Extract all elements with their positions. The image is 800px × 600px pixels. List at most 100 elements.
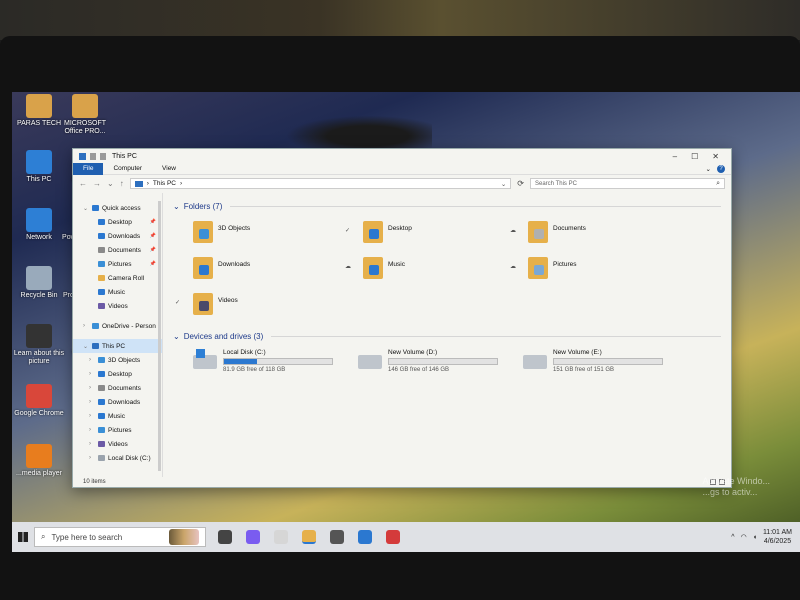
nav-item-desktop[interactable]: Desktop 📌 (73, 215, 162, 229)
navigation-pane: ⌄ Quick access Desktop 📌 Downloads 📌 Documents… (73, 193, 163, 477)
ribbon: File Computer View ⌄ ? (73, 162, 731, 175)
address-dropdown-button[interactable]: ⌄ (501, 180, 506, 188)
desktop-icon[interactable]: Google Chrome (12, 384, 66, 418)
expand-chevron-icon[interactable]: › (83, 323, 89, 329)
maximize-button[interactable]: ☐ (691, 152, 698, 161)
refresh-button[interactable]: ⟳ (517, 179, 524, 188)
drive-tile[interactable]: New Volume (D:) 146 GB free of 146 GB (358, 349, 523, 373)
folder-icon (98, 261, 105, 267)
nav-item-this-pc[interactable]: ⌄ This PC (73, 339, 162, 353)
folder-badge-icon (369, 265, 379, 275)
expand-chevron-icon[interactable]: › (89, 441, 95, 447)
expand-chevron-icon[interactable]: › (89, 371, 95, 377)
folder-icon (98, 413, 105, 419)
expand-chevron-icon[interactable]: › (89, 427, 95, 433)
nav-scrollbar[interactable] (158, 201, 161, 471)
desktop-icon[interactable]: MICROSOFT Office PRO... (58, 94, 112, 136)
nav-item-downloads[interactable]: › Downloads (73, 395, 162, 409)
network-icon[interactable]: ◠ (741, 533, 747, 541)
tab-view[interactable]: View (152, 163, 186, 175)
expand-chevron-icon[interactable]: ⌄ (83, 205, 89, 212)
nav-item-music[interactable]: › Music (73, 409, 162, 423)
nav-item-local-disk-c-[interactable]: › Local Disk (C:) (73, 451, 162, 465)
nav-item-documents[interactable]: Documents 📌 (73, 243, 162, 257)
expand-chevron-icon[interactable]: › (89, 357, 95, 363)
notepad-icon[interactable] (274, 530, 288, 544)
nav-item-3d-objects[interactable]: › 3D Objects (73, 353, 162, 367)
minimize-button[interactable]: – (673, 152, 677, 161)
nav-item-music[interactable]: Music (73, 285, 162, 299)
file-explorer-window: This PC – ☐ ✕ File Computer View ⌄ ? ← →… (72, 148, 732, 488)
search-highlight-illustration[interactable] (169, 529, 199, 545)
new-folder-icon[interactable] (100, 152, 106, 160)
nav-item-pictures[interactable]: Pictures 📌 (73, 257, 162, 271)
start-button[interactable] (12, 522, 34, 552)
nav-item-onedrive-person[interactable]: › OneDrive - Person (73, 319, 162, 333)
outlook-icon[interactable] (358, 530, 372, 544)
quick-access-toolbar[interactable] (79, 152, 106, 160)
store-icon[interactable] (330, 530, 344, 544)
tab-file[interactable]: File (73, 162, 104, 175)
nav-item-downloads[interactable]: Downloads 📌 (73, 229, 162, 243)
folder-badge-icon (199, 301, 209, 311)
sync-status-icon: ✓ (345, 228, 351, 234)
expand-chevron-icon[interactable]: › (89, 399, 95, 405)
desktop-icon[interactable]: ...media player (12, 444, 66, 478)
task-view-icon[interactable] (218, 530, 232, 544)
folder-tile[interactable]: ✓ Videos (175, 293, 363, 321)
copilot-icon[interactable] (246, 530, 260, 544)
search-icon[interactable]: ⌕ (716, 180, 720, 188)
drive-tile[interactable]: Local Disk (C:) 81.9 GB free of 118 GB (193, 349, 358, 373)
file-explorer-icon[interactable] (302, 530, 316, 544)
expand-chevron-icon[interactable]: ⌄ (83, 343, 89, 350)
folder-name: Videos (218, 297, 238, 304)
folder-icon (528, 257, 548, 279)
system-tray: ^ ◠ ◖ 11:01 AM 4/6/2025 (731, 528, 800, 546)
expand-chevron-icon[interactable]: › (89, 385, 95, 391)
folder-tile[interactable]: Downloads (193, 257, 363, 285)
folder-tile[interactable]: ✓ Desktop (345, 221, 528, 249)
breadcrumb-this-pc[interactable]: This PC (153, 180, 176, 187)
desktop-icon-label: ...media player (16, 470, 62, 477)
folders-grid: 3D Objects ✓ Desktop ☁ Documents Downloads ☁ Mu… (173, 213, 721, 329)
nav-item-pictures[interactable]: › Pictures (73, 423, 162, 437)
media-icon[interactable] (386, 530, 400, 544)
folder-tile[interactable]: ☁ Documents (510, 221, 693, 249)
search-input[interactable]: Search This PC ⌕ (530, 178, 725, 189)
show-hidden-icons-button[interactable]: ^ (731, 534, 734, 541)
nav-item-videos[interactable]: Videos (73, 299, 162, 313)
recent-locations-button[interactable]: ⌄ (107, 179, 114, 188)
expand-chevron-icon[interactable]: › (89, 455, 95, 461)
nav-item-camera-roll[interactable]: Camera Roll (73, 271, 162, 285)
nav-item-desktop[interactable]: › Desktop (73, 367, 162, 381)
taskbar-search[interactable]: ⌕ Type here to search (34, 527, 206, 547)
activation-line-1: Activate Windo... (702, 476, 770, 486)
forward-button[interactable]: → (93, 179, 101, 188)
properties-icon[interactable] (90, 152, 96, 160)
folder-tile[interactable]: ☁ Pictures (510, 257, 693, 285)
up-button[interactable]: ↑ (120, 179, 124, 188)
address-bar[interactable]: › This PC › ⌄ (129, 178, 512, 189)
window-title: This PC (112, 152, 137, 160)
volume-icon[interactable]: ◖ (753, 534, 757, 541)
nav-item-quick-access[interactable]: ⌄ Quick access (73, 201, 162, 215)
close-button[interactable]: ✕ (712, 152, 719, 161)
breadcrumb-separator[interactable]: › (180, 180, 182, 187)
drive-usage-bar (388, 358, 498, 365)
drives-group-header[interactable]: ⌄ Devices and drives (3) (173, 329, 721, 343)
tab-computer[interactable]: Computer (103, 163, 152, 175)
nav-item-videos[interactable]: › Videos (73, 437, 162, 451)
clock[interactable]: 11:01 AM 4/6/2025 (763, 528, 792, 546)
expand-chevron-icon[interactable]: › (89, 413, 95, 419)
help-icon[interactable]: ? (717, 164, 725, 173)
nav-item-documents[interactable]: › Documents (73, 381, 162, 395)
folders-group-header[interactable]: ⌄ Folders (7) (173, 199, 721, 213)
expand-ribbon-button[interactable]: ⌄ (706, 165, 711, 173)
folder-tile[interactable]: 3D Objects (193, 221, 363, 249)
drive-tile[interactable]: New Volume (E:) 151 GB free of 151 GB (523, 349, 688, 373)
breadcrumb-separator[interactable]: › (147, 180, 149, 187)
drive-free-space: 81.9 GB free of 118 GB (223, 367, 286, 373)
back-button[interactable]: ← (79, 179, 87, 188)
folder-icon (98, 385, 105, 391)
folder-tile[interactable]: ☁ Music (345, 257, 528, 285)
